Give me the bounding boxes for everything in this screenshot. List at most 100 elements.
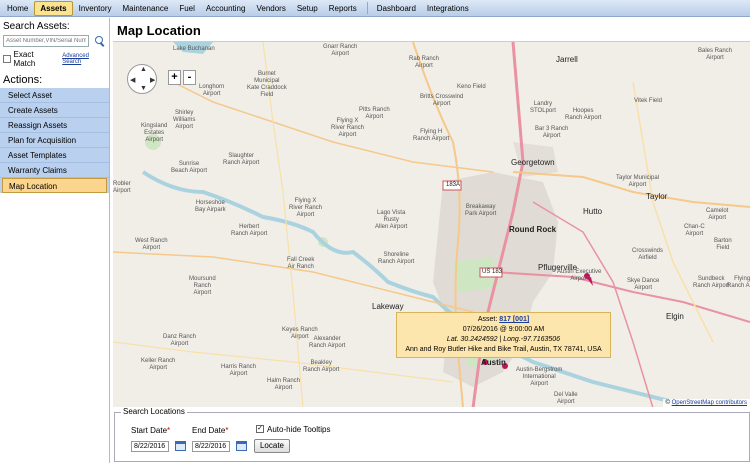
end-calendar-icon[interactable]	[236, 441, 247, 451]
nav-dashboard[interactable]: Dashboard	[372, 2, 421, 15]
map-label: Del Valle Airport	[554, 392, 578, 405]
top-navigation-bar: Home Assets Inventory Maintenance Fuel A…	[0, 0, 750, 17]
search-icon[interactable]	[92, 35, 106, 47]
map-label: Barton Field	[714, 238, 732, 251]
nav-assets[interactable]: Assets	[34, 0, 73, 16]
road-shield-us183: US 183	[482, 269, 503, 275]
map-label: Gnarr Ranch Airport	[323, 44, 358, 57]
autohide-tooltips-checkbox[interactable]: ✓	[256, 425, 264, 433]
map-label: Keno Field	[457, 84, 486, 90]
map-label: Keller Ranch Airport	[141, 358, 176, 371]
nav-separator	[366, 2, 368, 14]
end-date-input[interactable]: 8/22/2016	[192, 441, 230, 452]
action-create-assets[interactable]: Create Assets	[0, 103, 109, 118]
start-date-label-text: Start Date	[131, 426, 168, 435]
map-label: Georgetown	[511, 158, 555, 167]
nav-inventory[interactable]: Inventory	[74, 2, 117, 15]
autohide-tooltips-label: Auto-hide Tooltips	[267, 425, 331, 434]
map-label: Shoreline Ranch Airport	[378, 252, 415, 265]
search-assets-title: Search Assets:	[3, 21, 70, 32]
pan-left-icon[interactable]: ◀	[130, 76, 135, 84]
locate-button[interactable]: Locate	[254, 439, 290, 453]
nav-accounting[interactable]: Accounting	[201, 2, 251, 15]
advanced-search-link[interactable]: Advanced Search	[62, 53, 106, 65]
map-label: Flying H Ranch Airport	[413, 129, 450, 142]
pan-down-icon[interactable]: ▼	[140, 85, 147, 92]
asset-tooltip: Asset: 817 [001] 07/26/2016 @ 9:00:00 AM…	[396, 312, 611, 358]
action-warranty-claims[interactable]: Warranty Claims	[0, 163, 109, 178]
map-label: Rab Ranch Airport	[409, 56, 440, 69]
map-label: Harris Ranch Airport	[221, 364, 257, 377]
exact-match-checkbox[interactable]	[3, 55, 11, 63]
start-calendar-icon[interactable]	[175, 441, 186, 451]
nav-reports[interactable]: Reports	[324, 2, 362, 15]
action-plan-for-acquisition[interactable]: Plan for Acquisition	[0, 133, 109, 148]
nav-fuel[interactable]: Fuel	[174, 2, 200, 15]
exact-match-label: Exact Match	[13, 50, 36, 68]
map-label: Lake Buchanan	[173, 46, 215, 52]
map-label: Flying X River Ranch Airport	[289, 198, 323, 218]
nav-vendors[interactable]: Vendors	[251, 2, 290, 15]
action-select-asset[interactable]: Select Asset	[0, 88, 109, 103]
actions-list: Select Asset Create Assets Reassign Asse…	[0, 88, 109, 193]
map-label: Lakeway	[372, 302, 404, 311]
map-label: Landry STOLport	[530, 101, 556, 114]
map-label: Burnet Municipal Kate Craddock Field	[247, 71, 287, 98]
tooltip-asset-link[interactable]: 817 [001]	[499, 316, 529, 323]
map-label: Sunrise Beach Airport	[171, 161, 208, 174]
search-row	[0, 35, 109, 47]
map-label: Longhorn Airport	[199, 84, 225, 97]
map-label: Robler Airport	[113, 181, 131, 194]
map-label: Bales Ranch Airport	[698, 48, 733, 61]
nav-setup[interactable]: Setup	[292, 2, 323, 15]
zoom-in-button[interactable]: +	[168, 70, 181, 85]
map-label: Austin-Bergstrom International Airport	[516, 367, 563, 387]
required-mark: *	[167, 426, 171, 435]
search-locations-legend: Search Locations	[121, 407, 187, 416]
action-asset-templates[interactable]: Asset Templates	[0, 148, 109, 163]
map-label: Danz Ranch Airport	[163, 334, 197, 347]
map-label: Horseshoe Bay Airpark	[195, 200, 226, 213]
map-label: Slaughter Ranch Airport	[223, 153, 260, 166]
map-label: Austin Executive Airport	[557, 269, 602, 282]
map-label: Hoopes Ranch Airport	[565, 108, 602, 121]
map-label: Kingsland Estates Airport	[141, 123, 168, 143]
nav-home[interactable]: Home	[2, 2, 33, 15]
map-label: Jarrell	[556, 55, 578, 64]
asset-search-input[interactable]	[3, 35, 89, 47]
map-label: Vitek Field	[634, 98, 662, 104]
action-map-location[interactable]: Map Location	[2, 178, 107, 193]
tooltip-datetime: 07/26/2016 @ 9:00:00 AM	[462, 326, 545, 333]
osm-contributors-link[interactable]: OpenStreetMap contributors	[672, 400, 747, 406]
map-label: Britts Crosswind Airport	[420, 94, 464, 107]
map-label: Camelot Airport	[706, 208, 729, 221]
map-view[interactable]: 183A US 183 Lake Buchanan Gnarr Ranch Air…	[113, 41, 750, 407]
exact-match-row: Exact Match Advanced Search	[0, 47, 109, 71]
start-date-label: Start Date*	[131, 426, 170, 435]
required-mark: *	[225, 426, 229, 435]
end-date-label-text: End Date	[192, 426, 226, 435]
map-label: Elgin	[666, 312, 684, 321]
pan-right-icon[interactable]: ▶	[150, 76, 155, 84]
nav-maintenance[interactable]: Maintenance	[118, 2, 174, 15]
zoom-out-button[interactable]: -	[183, 70, 196, 85]
start-date-input[interactable]: 8/22/2016	[131, 441, 169, 452]
map-label: Round Rock	[509, 225, 557, 234]
map-label: Halm Ranch Airport	[267, 378, 301, 391]
map-label: Hutto	[583, 207, 603, 216]
road-shield-183a: 183A	[446, 182, 461, 188]
map-label: Fall Creek Air Ranch	[287, 257, 315, 270]
pan-up-icon[interactable]: ▲	[140, 66, 147, 73]
tooltip-coords: Lat. 30.2424592 | Long.-97.7163506	[446, 336, 561, 343]
tooltip-address: Ann and Roy Butler Hike and Bike Trail, …	[405, 346, 602, 353]
action-reassign-assets[interactable]: Reassign Assets	[0, 118, 109, 133]
map-label: Austin	[481, 358, 506, 367]
nav-integrations[interactable]: Integrations	[422, 2, 474, 15]
map-label: Lago Vista Rusty Allen Airport	[375, 210, 408, 230]
map-label: Herbert Ranch Airport	[231, 224, 268, 237]
map-label: Sundbeck Ranch Airport	[693, 276, 730, 289]
map-label: Flying X River Ranch Airport	[331, 118, 365, 138]
pan-control[interactable]: ▲ ◀ ▶ ▼	[127, 64, 157, 94]
map-label: West Ranch Airport	[135, 238, 168, 251]
map-label: Moursund Ranch Airport	[189, 276, 216, 296]
